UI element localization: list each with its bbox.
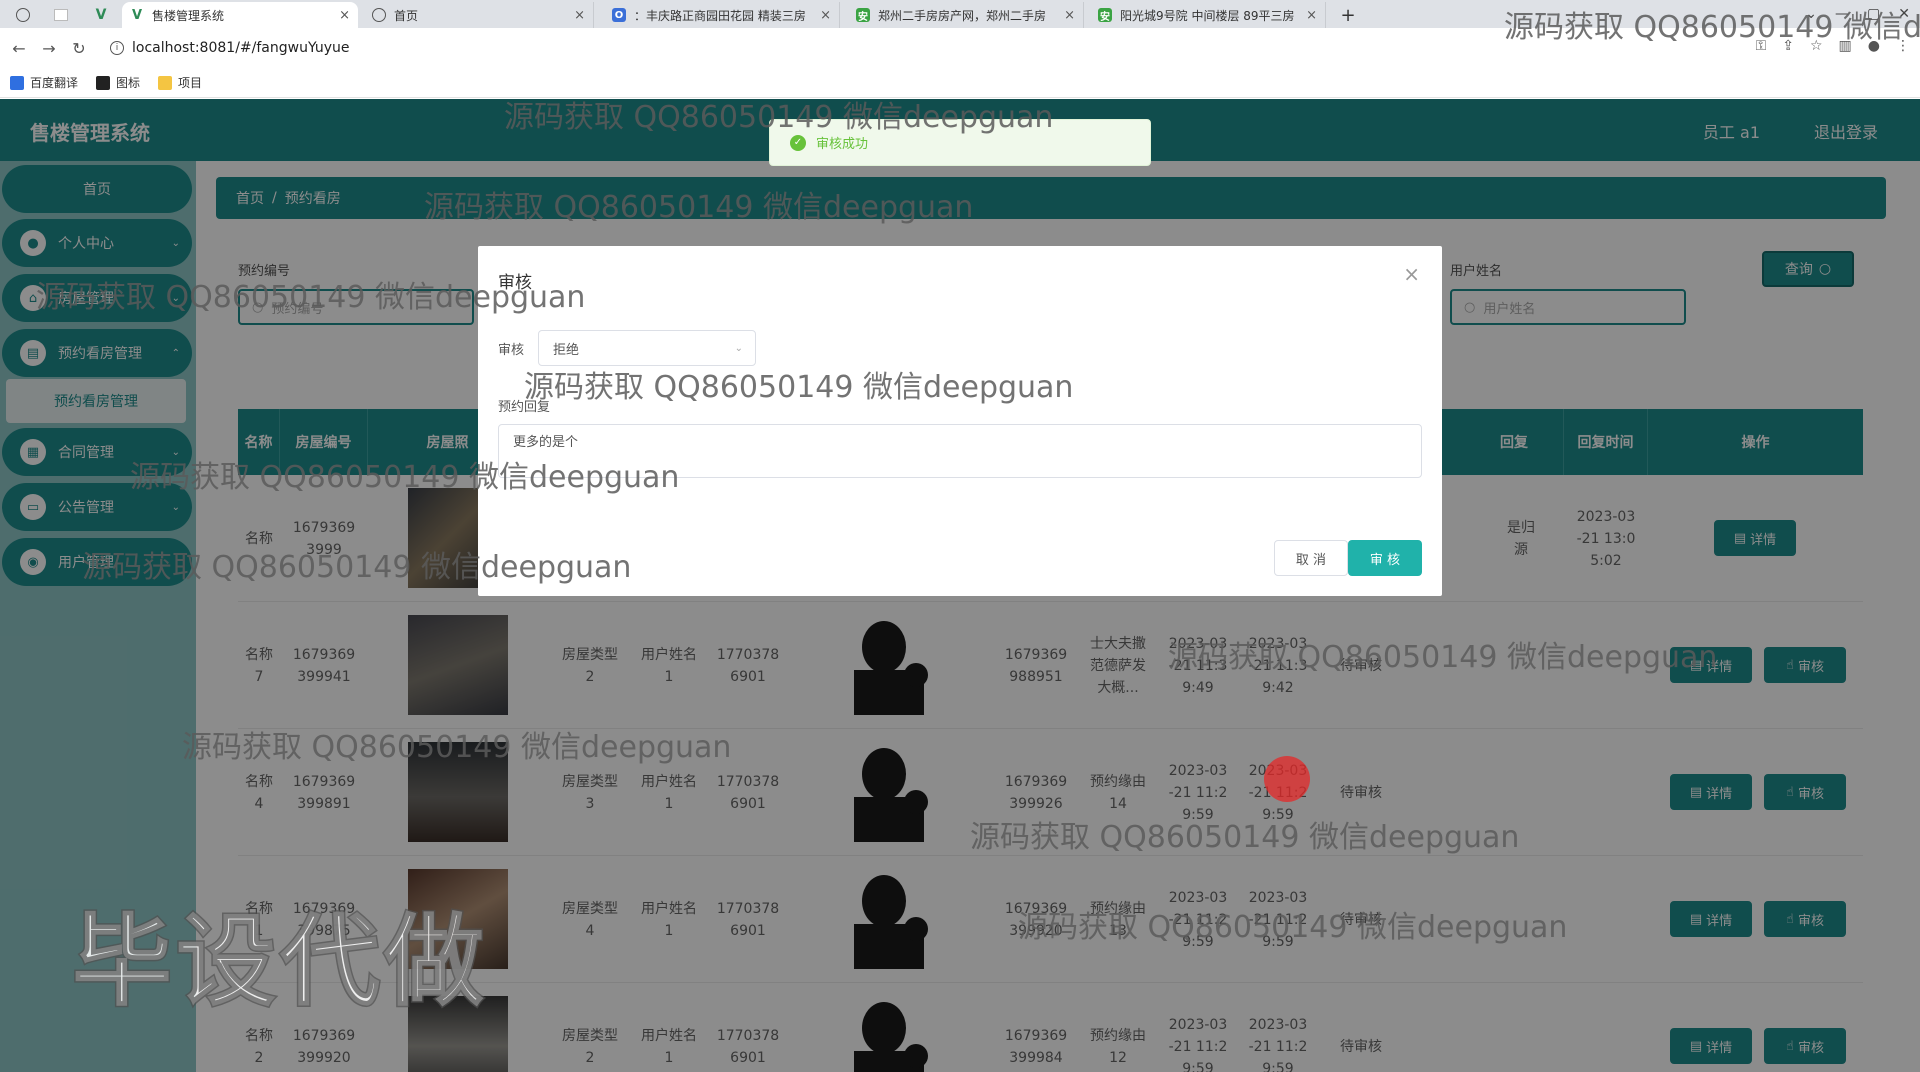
globe-icon	[16, 8, 30, 22]
folder-icon	[158, 75, 173, 90]
watermark-text: 源码获取 QQ86050149 微信deepguan	[130, 460, 680, 495]
bookmark-baidu-translate[interactable]: 百度翻译	[10, 74, 78, 91]
page-icon	[54, 9, 68, 21]
watermark-text: 源码获取 QQ86050149 微信deepguan	[1018, 910, 1568, 945]
check-circle-icon: ✓	[790, 134, 806, 151]
reply-text: 更多的是个	[513, 435, 579, 450]
browser-tab[interactable]: 安 郑州二手房房产网，郑州二手房 ×	[848, 2, 1084, 28]
chevron-down-icon: ⌄	[734, 342, 743, 354]
close-tab-icon[interactable]: ×	[1064, 8, 1075, 23]
watermark-text: 源码获取 QQ86050149 微信deepguan	[182, 730, 732, 765]
watermark-text: 源码获取 QQ86050149 微信deepguan	[82, 550, 632, 585]
watermark-text: 源码获取 QQ86050149 微信deepguan	[424, 190, 974, 225]
watermark-text: 源码获取 QQ86050149 微信deepguan	[504, 100, 1054, 135]
bookmark-icons[interactable]: 图标	[96, 74, 140, 91]
browser-tab[interactable]: 首页 ×	[364, 2, 594, 28]
browser-tab[interactable]: V 售楼管理系统 ×	[122, 2, 358, 28]
close-tab-icon[interactable]: ×	[574, 8, 585, 23]
watermark-text: 源码获取 QQ86050149 微信deepguan	[1504, 10, 1920, 45]
url-text: localhost:8081/#/fangwuYuyue	[132, 40, 350, 56]
url-field[interactable]: i localhost:8081/#/fangwuYuyue	[110, 35, 350, 61]
translate-icon	[10, 75, 24, 90]
confirm-audit-button[interactable]: 审 核	[1348, 540, 1422, 576]
vue-logo-icon: V	[131, 7, 143, 23]
close-icon[interactable]: ×	[1403, 262, 1420, 286]
pinned-tab-blank[interactable]	[46, 2, 76, 28]
bookmark-folder-projects[interactable]: 项目	[158, 74, 202, 91]
anjuke-favicon-icon: 安	[1098, 8, 1112, 23]
forward-icon[interactable]: →	[34, 39, 64, 58]
vue-logo-icon: V	[95, 7, 107, 23]
bookmark-label: 图标	[116, 76, 141, 90]
tab-title: 首页	[394, 8, 419, 23]
site-favicon-icon: O	[612, 8, 626, 22]
audit-select[interactable]: 拒绝 ⌄	[538, 330, 756, 366]
watermark-text: 源码获取 QQ86050149 微信deepguan	[524, 370, 1074, 405]
audit-label: 审核	[498, 343, 525, 358]
watermark-text: 源码获取 QQ86050149 微信deepguan	[970, 820, 1520, 855]
anjuke-favicon-icon: 安	[856, 8, 870, 23]
watermark-big: 毕设代做	[71, 902, 488, 1022]
pinned-tab-vue[interactable]: V	[86, 2, 116, 28]
info-icon[interactable]: i	[110, 41, 124, 55]
back-icon[interactable]: ←	[4, 39, 34, 58]
close-tab-icon[interactable]: ×	[1306, 8, 1317, 23]
close-tab-icon[interactable]: ×	[820, 8, 831, 23]
bookmark-label: 百度翻译	[30, 76, 79, 90]
browser-tab[interactable]: 安 阳光城9号院 中间楼层 89平三房 ×	[1090, 2, 1326, 28]
globe-icon	[372, 8, 386, 22]
cancel-button[interactable]: 取 消	[1274, 540, 1348, 576]
pinned-tab-globe[interactable]	[8, 2, 38, 28]
tab-title: 售楼管理系统	[152, 8, 225, 23]
audit-select-value: 拒绝	[553, 342, 580, 358]
browser-tab[interactable]: O ：丰庆路正商园田花园 精装三房 ×	[604, 2, 840, 28]
new-tab-button[interactable]: +	[1335, 2, 1361, 28]
icon-font-icon	[96, 75, 111, 90]
close-tab-icon[interactable]: ×	[339, 8, 350, 23]
reload-icon[interactable]: ↻	[64, 39, 94, 58]
cursor-highlight	[1264, 756, 1310, 802]
watermark-text: 源码获取 QQ86050149 微信deepguan	[1168, 640, 1718, 675]
tab-title: 郑州二手房房产网，郑州二手房	[878, 8, 1047, 23]
tab-title: 阳光城9号院 中间楼层 89平三房	[1120, 8, 1295, 23]
tab-title: ：丰庆路正商园田花园 精装三房	[634, 8, 806, 23]
bookmark-label: 项目	[178, 76, 203, 90]
watermark-text: 源码获取 QQ86050149 微信deepguan	[36, 280, 586, 315]
